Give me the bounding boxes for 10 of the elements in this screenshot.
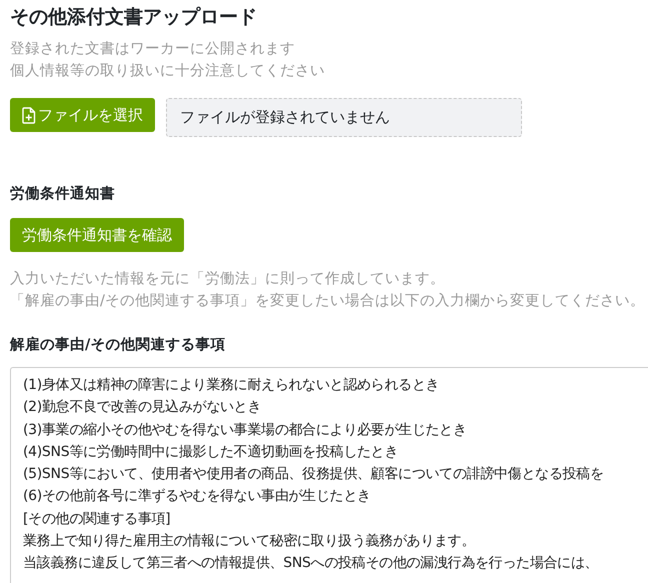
file-add-icon xyxy=(22,106,36,124)
text-area[interactable]: (1)身体又は精神の障害により業務に耐えられないと認められるとき (2)勤怠不良で改善の見込みがないとき (3)事業の縮小その他やむを得ない事業場の都合により必要が生じたとき (4)SNS等に労働時間中に撮影した不適切動画を投稿したとき (5)SNS等において、使用者や使用者の商品、役務提供、顧客についての誹謗中傷となる投稿を (6)その他前各号に準ずるやむを得ない事由が生じたとき [その他の関連する事項] 業務上で知り得た雇用主の情報について秘密に取り扱う義務があります。 当該義務に違反して第三者への情報提供、SNSへの投稿その他の漏洩行為を行った場合には、 xyxy=(10,367,648,583)
info-text: 入力いただいた情報を元に「労働法」に則って作成しています。 xyxy=(10,270,446,289)
section-heading: 労働条件通知書 xyxy=(10,184,116,204)
info-text: 「解雇の事由/その他関連する事項」を変更したい場合は以下の入力欄から変更してください。 xyxy=(10,292,646,311)
section-title: その他添付文書アップロード xyxy=(10,5,258,30)
field-label: 解雇の事由/その他関連する事項 xyxy=(10,335,226,355)
notice-text: 登録された文書はワーカーに公開されます xyxy=(10,40,296,59)
notice-text: 個人情報等の取り扱いに十分注意してください xyxy=(10,62,326,81)
file-name-field[interactable]: ファイルが登録されていません xyxy=(166,98,522,137)
